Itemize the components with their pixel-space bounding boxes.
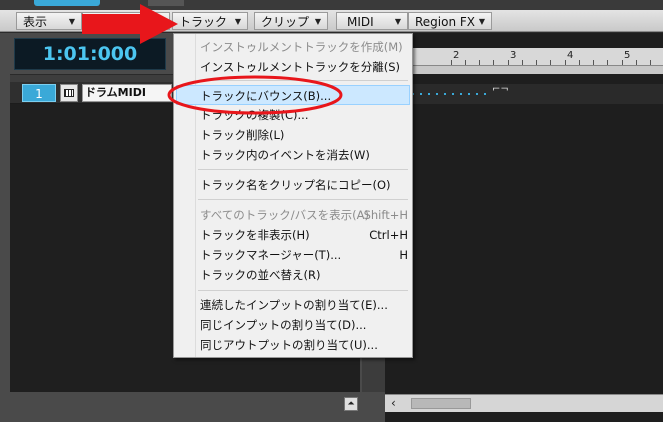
clip-end-icon[interactable]: ⌐¬: [492, 84, 509, 100]
menu-item-assign-same-input[interactable]: 同じインプットの割り当て(D)...: [176, 315, 410, 335]
red-arrow-annotation: [82, 4, 178, 44]
menu-midi[interactable]: MIDI ▼: [336, 12, 408, 30]
menu-item-create-instrument-track[interactable]: インストゥルメントトラックを作成(M): [176, 37, 410, 57]
menu-separator: [198, 290, 408, 291]
menu-clip[interactable]: クリップ ▼: [254, 12, 328, 30]
shortcut-label: H: [399, 248, 408, 262]
menu-view[interactable]: 表示 ▼: [16, 12, 82, 30]
ruler-mark: 4: [567, 50, 574, 61]
menu-view-label: 表示: [23, 15, 48, 29]
chevron-down-icon: ▼: [234, 17, 241, 26]
menu-item-hide-track[interactable]: トラックを非表示(H) Ctrl+H: [176, 225, 410, 245]
chevron-down-icon: ▼: [394, 17, 401, 26]
scrollbar-thumb[interactable]: [411, 398, 471, 409]
scroll-up-icon[interactable]: ⏶: [344, 397, 358, 411]
menu-item-assign-same-output[interactable]: 同じアウトプットの割り当て(U)...: [176, 335, 410, 355]
menu-track[interactable]: トラック ▼: [172, 12, 248, 30]
menu-region-fx[interactable]: Region FX ▼: [408, 12, 492, 30]
marker-strip[interactable]: [385, 66, 663, 74]
chevron-down-icon: ▼: [478, 17, 485, 26]
chevron-down-icon: ▼: [314, 17, 321, 26]
menu-region-fx-label: Region FX: [415, 15, 476, 29]
menu-item-copy-track-name-to-clip[interactable]: トラック名をクリップ名にコピー(O): [176, 175, 410, 195]
chevron-down-icon: ▼: [68, 17, 75, 26]
menu-item-delete-track[interactable]: トラック削除(L): [176, 125, 410, 145]
scroll-left-icon[interactable]: ‹: [391, 396, 396, 410]
ruler-mark: 5: [624, 50, 631, 61]
menu-item-assign-sequential-inputs[interactable]: 連続したインプットの割り当て(E)...: [176, 295, 410, 315]
track-pane-footer: [10, 392, 385, 422]
ruler-mark: 2: [453, 50, 460, 61]
menu-midi-label: MIDI: [347, 15, 374, 29]
red-ellipse-annotation: [167, 75, 343, 115]
menu-separator: [198, 169, 408, 170]
menu-item-track-manager[interactable]: トラックマネージャー(T)... H: [176, 245, 410, 265]
menu-item-clear-track-events[interactable]: トラック内のイベントを消去(W): [176, 145, 410, 165]
time-ruler[interactable]: 2 3 4 5: [385, 48, 663, 66]
menu-track-label: トラック: [179, 15, 228, 29]
track-name-field[interactable]: ドラムMIDI: [82, 84, 172, 102]
track-number[interactable]: 1: [22, 84, 56, 102]
piano-keys-icon[interactable]: [60, 84, 78, 102]
shortcut-label: Shift+H: [363, 208, 408, 222]
ruler-mark: 3: [510, 50, 517, 61]
menu-item-show-all-tracks[interactable]: すべてのトラック/バスを表示(A) Shift+H: [176, 205, 410, 225]
menu-clip-label: クリップ: [261, 15, 310, 29]
horizontal-scrollbar[interactable]: ‹: [385, 394, 663, 412]
menu-item-sort-tracks[interactable]: トラックの並べ替え(R): [176, 265, 410, 285]
midi-clip[interactable]: [412, 93, 492, 95]
menu-separator: [198, 199, 408, 200]
shortcut-label: Ctrl+H: [369, 228, 408, 242]
